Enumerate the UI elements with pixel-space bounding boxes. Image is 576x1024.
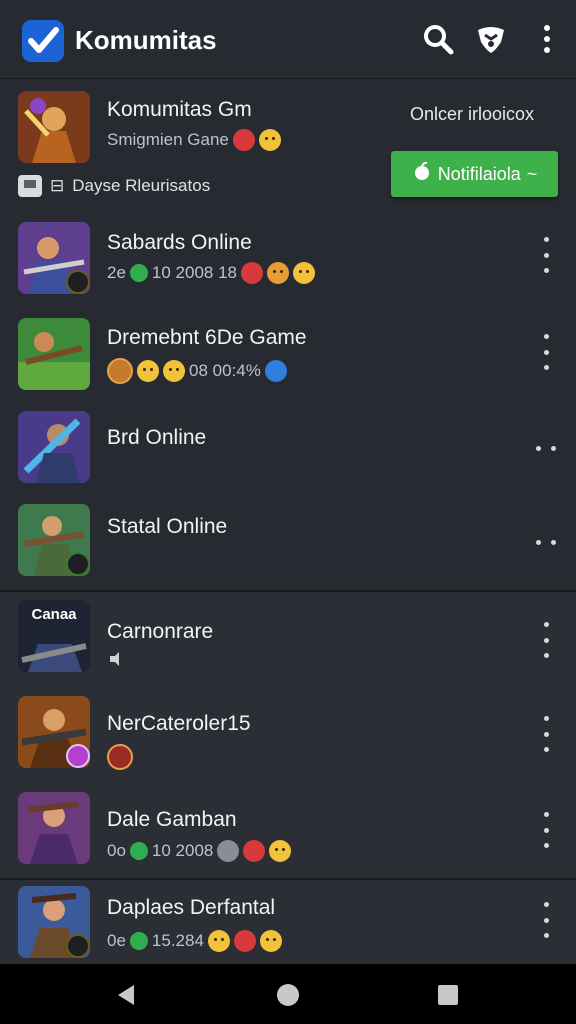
game-thumbnail: [18, 318, 90, 390]
muted-icon: [107, 650, 125, 673]
online-icon: [129, 932, 148, 950]
community-list: Komumitas Gm Smigmien Gane Onlcer irlooi…: [0, 79, 576, 964]
game-thumbnail: [18, 504, 90, 576]
game-thumbnail: [18, 696, 90, 768]
more-options-icon[interactable]: [536, 237, 556, 273]
game-stats: [107, 650, 125, 673]
notification-button-label: Notifilaiola: [437, 163, 521, 184]
more-options-icon[interactable]: [536, 444, 556, 452]
grey-badge-icon: [217, 840, 240, 862]
game-name: Carnonrare: [107, 620, 214, 643]
back-icon[interactable]: [114, 983, 138, 1012]
notification-button[interactable]: Notifilaiola ~: [391, 151, 558, 197]
game-thumbnail: [18, 792, 90, 864]
list-item[interactable]: Canaa Carnonrare: [0, 590, 576, 689]
more-options-icon[interactable]: [536, 334, 556, 370]
more-options-icon[interactable]: [536, 902, 556, 938]
angry-face-icon: [259, 930, 282, 952]
tag-icon: [66, 934, 90, 958]
more-options-icon[interactable]: [536, 538, 556, 546]
calendar-icon: [18, 175, 42, 197]
game-stats: 2e 10 2008 18: [107, 262, 316, 284]
badge-emblem-icon: [107, 744, 133, 770]
list-item[interactable]: Dale Gamban 0o 10 2008: [0, 782, 576, 879]
game-thumbnail: [18, 222, 90, 294]
featured-meta-label: Dayse Rleurisatos: [72, 176, 211, 195]
game-name: Sabards Online: [107, 231, 252, 254]
featured-community[interactable]: Komumitas Gm Smigmien Gane Onlcer irlooi…: [0, 79, 576, 208]
red-reaction-icon: [233, 930, 256, 952]
list-small-icon: ⊟: [50, 176, 65, 195]
game-name: Statal Online: [107, 515, 228, 538]
game-stats: 0o 10 2008: [107, 840, 292, 862]
game-thumbnail: Canaa: [18, 600, 90, 672]
recents-icon[interactable]: [437, 984, 459, 1011]
system-navigation-bar: [0, 964, 576, 1024]
tag-icon: [66, 270, 90, 294]
list-item[interactable]: Daplaes Derfantal 0e 15.284: [0, 878, 576, 964]
game-thumbnail: [18, 886, 90, 958]
neutral-face-icon: [269, 840, 292, 862]
more-options-icon[interactable]: [536, 716, 556, 752]
neutral-face-icon: [207, 930, 230, 952]
list-item[interactable]: NerCateroler15: [0, 686, 576, 783]
badge-icon[interactable]: [474, 22, 508, 56]
wink-face-icon: [137, 360, 159, 382]
list-item[interactable]: Statal Online: [0, 494, 576, 591]
home-icon[interactable]: [276, 983, 300, 1012]
list-item[interactable]: Sabards Online 2e 10 2008 18: [0, 207, 576, 305]
red-reaction-icon: [232, 129, 255, 151]
app-bar: Komumitas: [0, 0, 576, 79]
game-stats: 0e 15.284: [107, 930, 282, 952]
game-name: Daplaes Derfantal: [107, 896, 276, 919]
chevron-down-icon: ~: [526, 163, 538, 184]
list-item[interactable]: Dremebnt 6De Game 08 00:4%: [0, 304, 576, 401]
red-reaction-icon: [243, 840, 266, 862]
app-title: Komumitas: [75, 25, 217, 55]
smile-face-icon: [267, 262, 290, 284]
game-stats: 08 00:4%: [107, 358, 287, 384]
sad-face-icon: [258, 129, 281, 151]
featured-meta-row: ⊟ Dayse Rleurisatos: [18, 175, 210, 197]
game-name: Brd Online: [107, 426, 207, 449]
check-logo-icon: [22, 20, 64, 62]
featured-status-note: Onlcer irlooicox: [410, 104, 535, 124]
more-options-icon[interactable]: [536, 812, 556, 848]
featured-community-name: Komumitas Gm: [107, 98, 252, 121]
game-name: NerCateroler15: [107, 712, 251, 735]
red-reaction-icon: [241, 262, 264, 284]
apple-icon: [412, 161, 432, 187]
search-icon[interactable]: [421, 22, 455, 56]
featured-community-subtitle: Smigmien Gane: [107, 129, 281, 151]
medal-icon: [107, 358, 133, 384]
more-vert-icon[interactable]: [534, 22, 560, 56]
info-icon: [264, 360, 287, 382]
game-thumbnail-label: Canaa: [31, 606, 77, 623]
neutral-face-icon: [163, 360, 185, 382]
game-name: Dale Gamban: [107, 808, 237, 831]
online-icon: [129, 264, 148, 282]
list-item[interactable]: Brd Online: [0, 400, 576, 495]
game-stats: [107, 744, 133, 770]
online-icon: [129, 842, 148, 860]
featured-game-thumbnail: [18, 91, 90, 163]
tag-icon: [66, 744, 90, 768]
neutral-face-icon: [293, 262, 316, 284]
game-name: Dremebnt 6De Game: [107, 326, 307, 349]
more-options-icon[interactable]: [536, 622, 556, 658]
tag-icon: [66, 552, 90, 576]
game-thumbnail: [18, 411, 90, 483]
